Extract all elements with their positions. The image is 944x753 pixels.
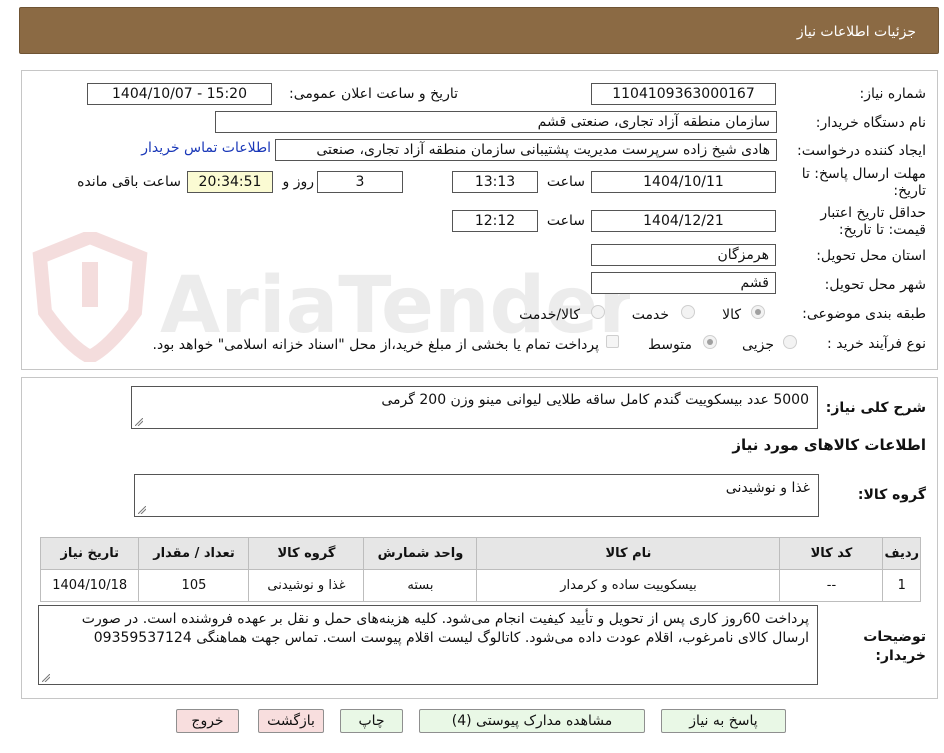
deadline-date-field: 1404/10/11 (591, 171, 776, 193)
table-row: 1 -- بیسکوییت ساده و کرمدار بسته غذا و ن… (39, 569, 921, 602)
treasury-bonds-note: پرداخت تمام یا بخشی از مبلغ خرید،از محل … (152, 337, 599, 353)
remaining-time-label: ساعت باقی مانده (77, 174, 181, 190)
col-row-number: ردیف (882, 537, 921, 570)
page-header: جزئیات اطلاعات نیاز (19, 7, 939, 54)
goods-section-title: اطلاعات کالاهای مورد نیاز (732, 436, 926, 454)
days-remaining-field: 3 (317, 171, 403, 193)
category-service-label: خدمت (631, 307, 669, 323)
province-label: استان محل تحویل: (816, 248, 926, 264)
view-documents-button[interactable]: مشاهده مدارک پیوستی (4) (419, 709, 645, 733)
creator-label: ایجاد کننده درخواست: (797, 143, 926, 159)
buyer-notes-text: پرداخت 60روز کاری پس از تحویل و تأیید کی… (81, 611, 809, 646)
goods-group-label: گروه کالا: (857, 487, 926, 503)
resize-grip-icon[interactable] (135, 418, 143, 426)
summary-textarea[interactable]: 5000 عدد بیسکوییت گندم کامل ساقه طلایی ل… (131, 386, 818, 429)
treasury-bonds-checkbox[interactable] (606, 335, 619, 348)
back-button[interactable]: بازگشت (258, 709, 324, 733)
purchase-medium-label: متوسط (648, 337, 692, 353)
buyer-notes-textarea[interactable]: پرداخت 60روز کاری پس از تحویل و تأیید کی… (38, 605, 818, 685)
category-label: طبقه بندی موضوعی: (802, 306, 926, 322)
deadline-time-label: ساعت (546, 174, 585, 190)
validity-time-label: ساعت (546, 213, 585, 229)
purchase-type-label: نوع فرآیند خرید : (827, 336, 926, 352)
reply-button[interactable]: پاسخ به نیاز (661, 709, 786, 733)
cell-item-code: -- (779, 569, 884, 602)
col-quantity: تعداد / مقدار (138, 537, 250, 570)
goods-group-text: غذا و نوشیدنی (725, 480, 810, 496)
col-item-name: نام کالا (476, 537, 781, 570)
city-field: قشم (591, 272, 776, 294)
goods-table: ردیف کد کالا نام کالا واحد شمارش گروه کا… (39, 537, 921, 602)
resize-grip-icon[interactable] (42, 674, 50, 682)
cell-item-name: بیسکوییت ساده و کرمدار (476, 569, 781, 602)
city-label: شهر محل تحویل: (824, 277, 926, 293)
print-button[interactable]: چاپ (340, 709, 403, 733)
col-unit: واحد شمارش (363, 537, 478, 570)
exit-button[interactable]: خروج (176, 709, 239, 733)
buyer-org-field: سازمان منطقه آزاد تجاری، صنعتی قشم (215, 111, 777, 133)
deadline-time-field: 13:13 (452, 171, 538, 193)
validity-time-field: 12:12 (452, 210, 538, 232)
category-goods-label: کالا (722, 307, 741, 323)
buyer-org-label: نام دستگاه خریدار: (815, 115, 926, 131)
category-goods-service-radio[interactable] (591, 305, 605, 319)
deadline-label: مهلت ارسال پاسخ: تا تاریخ: (801, 166, 926, 199)
summary-label: شرح کلی نیاز: (825, 400, 926, 416)
cell-unit: بسته (363, 569, 478, 602)
announce-date-label: تاریخ و ساعت اعلان عمومی: (289, 86, 458, 102)
purchase-minor-label: جزیی (742, 337, 774, 353)
col-item-group: گروه کالا (248, 537, 365, 570)
purchase-minor-radio[interactable] (783, 335, 797, 349)
validity-label: حداقل تاریخ اعتبار قیمت: تا تاریخ: (820, 205, 926, 238)
days-label: روز و (282, 174, 315, 190)
remaining-time-field: 20:34:51 (187, 171, 273, 193)
buyer-contact-link[interactable]: اطلاعات تماس خریدار (141, 140, 271, 156)
category-goods-radio[interactable] (751, 305, 765, 319)
goods-table-header: ردیف کد کالا نام کالا واحد شمارش گروه کا… (39, 537, 921, 570)
announce-date-field: 1404/10/07 - 15:20 (87, 83, 272, 105)
col-item-code: کد کالا (779, 537, 884, 570)
need-number-field: 1104109363000167 (591, 83, 776, 105)
validity-date-field: 1404/12/21 (591, 210, 776, 232)
page-title: جزئیات اطلاعات نیاز (796, 24, 916, 40)
col-need-date: تاریخ نیاز (39, 537, 140, 570)
cell-item-group: غذا و نوشیدنی (248, 569, 365, 602)
province-field: هرمزگان (591, 244, 776, 266)
category-goods-service-label: کالا/خدمت (519, 307, 580, 323)
cell-quantity: 105 (138, 569, 250, 602)
creator-field: هادی شیخ زاده سرپرست مدیریت پشتیبانی ساز… (275, 139, 777, 161)
category-service-radio[interactable] (681, 305, 695, 319)
goods-group-textarea[interactable]: غذا و نوشیدنی (134, 474, 819, 517)
summary-text: 5000 عدد بیسکوییت گندم کامل ساقه طلایی ل… (381, 392, 809, 408)
buyer-notes-label: توضیحات خریدار: (863, 629, 926, 664)
need-number-label: شماره نیاز: (859, 86, 927, 102)
purchase-medium-radio[interactable] (703, 335, 717, 349)
resize-grip-icon[interactable] (138, 506, 146, 514)
cell-row-number: 1 (882, 569, 921, 602)
cell-need-date: 1404/10/18 (39, 569, 140, 602)
